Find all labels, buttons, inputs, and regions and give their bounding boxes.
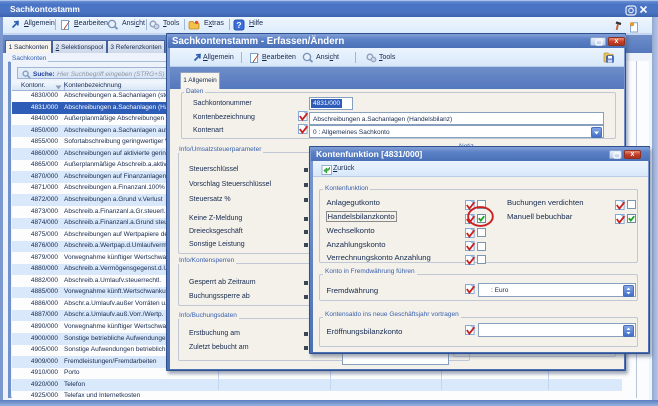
svg-text:?: ? — [236, 20, 241, 30]
